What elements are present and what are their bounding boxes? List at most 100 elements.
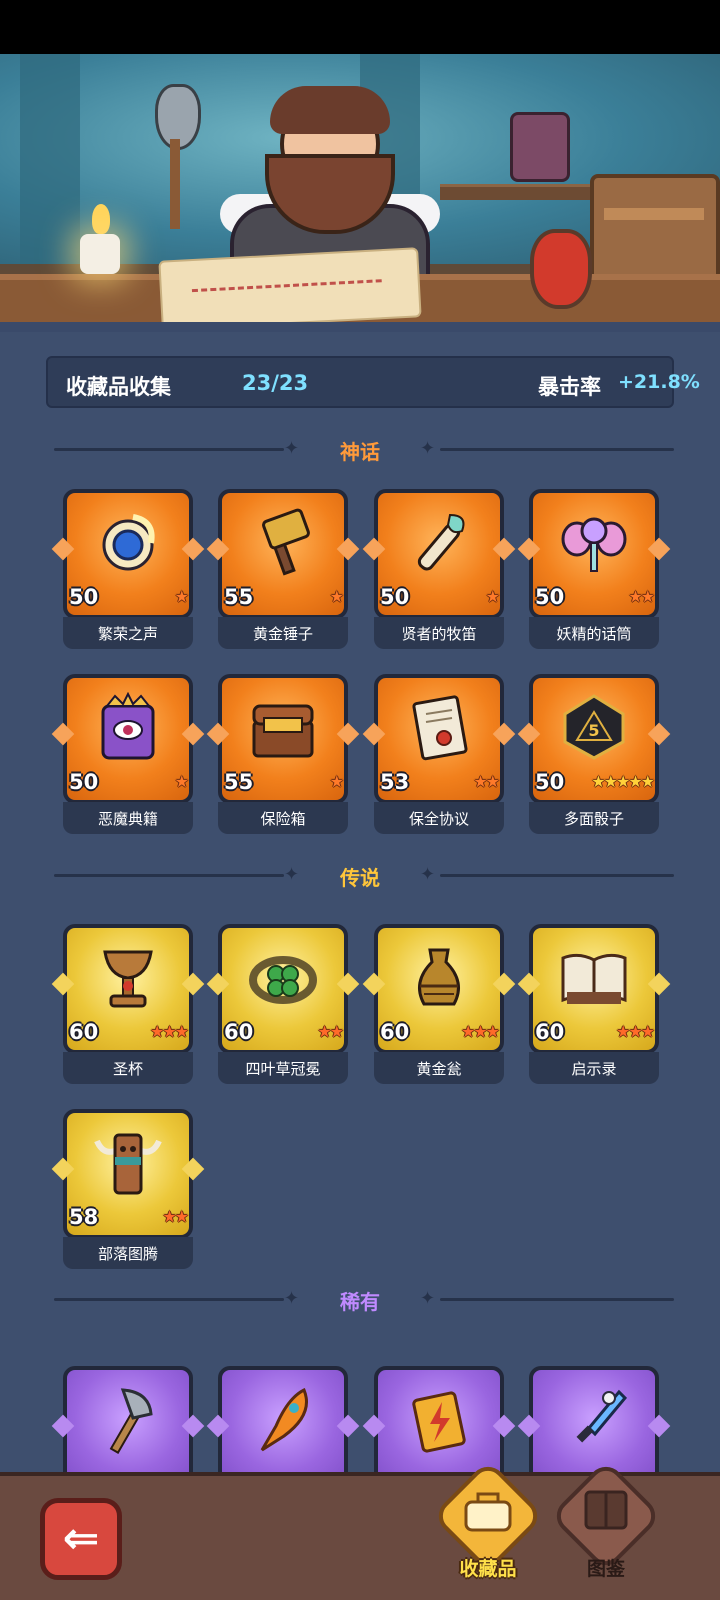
golden-hammer-icon <box>248 507 318 577</box>
item-level: 50 <box>535 585 565 609</box>
chalice-icon <box>93 942 163 1012</box>
flute-icon <box>404 507 474 577</box>
item-name: 黄金瓮 <box>416 1060 462 1078</box>
fairy-microphone-icon <box>559 507 629 577</box>
collectible-card[interactable]: 60 ★★★ 圣杯 <box>51 924 205 1089</box>
golden-urn-icon <box>404 942 474 1012</box>
collectible-card[interactable] <box>51 1366 205 1472</box>
item-level: 50 <box>69 770 99 794</box>
item-name: 妖精的话筒 <box>556 625 632 643</box>
collectible-card[interactable]: 58 ★★ 部落图腾 <box>51 1109 205 1274</box>
bottom-nav: ⇐ 收藏品 图鉴 <box>0 1459 720 1600</box>
item-name: 多面骰子 <box>563 810 624 828</box>
item-level: 60 <box>380 1020 410 1044</box>
totem-mask-decoration <box>510 112 570 182</box>
bag-icon <box>448 1486 528 1546</box>
dice-icon: 5 <box>559 692 629 762</box>
item-name: 恶魔典籍 <box>97 810 158 828</box>
item-stars: ★★★ <box>460 1022 500 1041</box>
item-stars: ★ <box>485 587 500 606</box>
item-level: 58 <box>69 1205 99 1229</box>
svg-text:5: 5 <box>588 721 599 740</box>
banner-pillar <box>20 54 80 264</box>
item-name: 启示录 <box>571 1060 617 1078</box>
item-stars: ★★ <box>473 772 500 791</box>
collectible-card[interactable]: 60 ★★★ 启示录 <box>517 924 671 1089</box>
axe-icon <box>93 1384 163 1454</box>
collectible-card[interactable]: 50 ★ 恶魔典籍 <box>51 674 205 839</box>
crit-rate-value: +21.8% <box>618 371 700 393</box>
banner-bottom-edge <box>0 322 720 332</box>
contract-scroll-icon <box>404 692 474 762</box>
item-level: 53 <box>380 770 410 794</box>
ice-dagger-icon <box>559 1384 629 1454</box>
collectible-card[interactable]: 50 ★ 贤者的牧笛 <box>362 489 516 654</box>
item-name: 保全协议 <box>408 810 469 828</box>
status-bar <box>0 0 720 54</box>
item-level: 60 <box>224 1020 254 1044</box>
item-level: 55 <box>224 770 254 794</box>
item-stars: ★★ <box>628 587 655 606</box>
candle-flame <box>92 204 110 234</box>
item-name: 繁荣之声 <box>97 625 158 643</box>
section-header-mythic: ✦ 神话 ✦ <box>0 434 720 464</box>
collection-count: 23/23 <box>242 371 309 395</box>
tab-collection-label: 收藏品 <box>459 1558 517 1580</box>
section-header-rare: ✦ 稀有 ✦ <box>0 1284 720 1314</box>
treasure-map-decoration <box>158 247 422 331</box>
item-stars: ★★★ <box>615 1022 655 1041</box>
phoenix-feather-icon <box>248 1384 318 1454</box>
item-name: 部落图腾 <box>97 1245 158 1263</box>
treasure-chest-icon <box>248 692 318 762</box>
collectible-card[interactable]: 50 ★ 繁荣之声 <box>51 489 205 654</box>
demon-book-icon <box>93 692 163 762</box>
item-level: 50 <box>535 770 565 794</box>
item-stars: ★ <box>174 587 189 606</box>
tab-codex-label: 图鉴 <box>586 1558 625 1580</box>
item-level: 55 <box>224 585 254 609</box>
item-stars: ★ <box>329 587 344 606</box>
collectible-card[interactable] <box>362 1366 516 1472</box>
item-name: 黄金锤子 <box>252 625 313 643</box>
item-stars: ★ <box>329 772 344 791</box>
collectible-card[interactable]: 5 50 ★★★★★ 多面骰子 <box>517 674 671 839</box>
collectible-card[interactable]: 55 ★ 黄金锤子 <box>206 489 360 654</box>
item-stars: ★★★ <box>149 1022 189 1041</box>
lightning-card-icon <box>404 1384 474 1454</box>
tab-codex[interactable]: 图鉴 <box>549 1459 663 1586</box>
blue-orb-icon <box>93 507 163 577</box>
item-name: 保险箱 <box>260 810 306 828</box>
back-arrow-icon: ⇐ <box>62 1513 100 1564</box>
collectible-card[interactable]: 50 ★★ 妖精的话筒 <box>517 489 671 654</box>
collection-panel[interactable]: 收藏品收集 23/23 暴击率 +21.8% ✦ 神话 ✦ 50 ★ 繁荣之声 … <box>0 332 720 1472</box>
item-name: 圣杯 <box>112 1060 143 1078</box>
item-level: 60 <box>535 1020 565 1044</box>
collectible-card[interactable]: 55 ★ 保险箱 <box>206 674 360 839</box>
collectible-card[interactable]: 60 ★★ 四叶草冠冕 <box>206 924 360 1089</box>
item-name: 贤者的牧笛 <box>401 625 477 643</box>
collectible-card[interactable]: 60 ★★★ 黄金瓮 <box>362 924 516 1089</box>
collectible-card[interactable] <box>206 1366 360 1472</box>
crit-rate-label: 暴击率 <box>538 375 601 399</box>
shovel-decoration <box>150 84 201 229</box>
collectible-card[interactable]: 53 ★★ 保全协议 <box>362 674 516 839</box>
item-stars: ★★ <box>317 1022 344 1041</box>
clover-crown-icon <box>248 942 318 1012</box>
collection-summary-label: 收藏品收集 <box>66 375 171 399</box>
item-name: 四叶草冠冕 <box>245 1060 321 1078</box>
item-stars: ★★★★★ <box>591 772 655 791</box>
open-book-icon <box>559 942 629 1012</box>
tab-collection[interactable]: 收藏品 <box>431 1459 545 1586</box>
potion-decoration <box>530 229 592 309</box>
back-button[interactable]: ⇐ <box>40 1498 122 1580</box>
collection-summary: 收藏品收集 23/23 暴击率 +21.8% <box>46 356 700 408</box>
item-level: 50 <box>380 585 410 609</box>
shopkeeper-banner <box>0 54 720 332</box>
item-stars: ★★ <box>162 1207 189 1226</box>
item-stars: ★ <box>174 772 189 791</box>
tribal-totem-icon <box>93 1127 163 1197</box>
section-header-legend: ✦ 传说 ✦ <box>0 860 720 890</box>
item-level: 50 <box>69 585 99 609</box>
collectible-card[interactable] <box>517 1366 671 1472</box>
candle-decoration <box>80 234 120 274</box>
